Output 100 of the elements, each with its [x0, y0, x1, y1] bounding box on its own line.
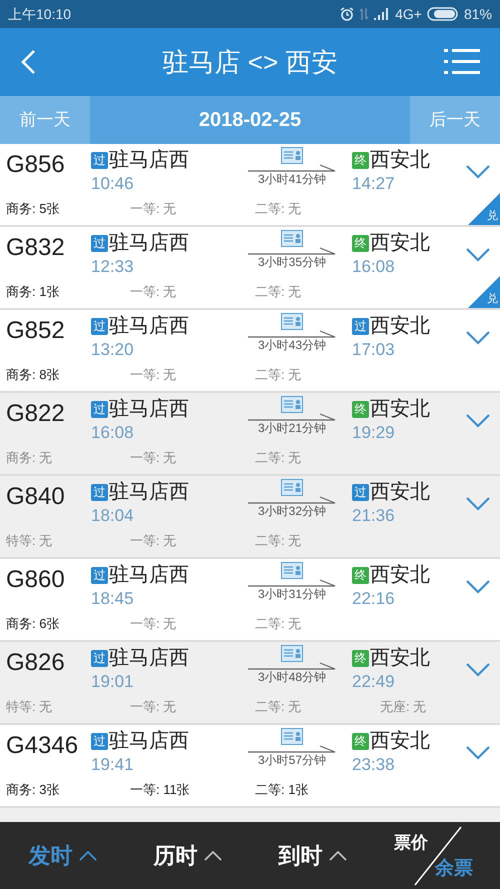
station-name: 驻马店西 [109, 480, 189, 505]
caret-up-icon [328, 850, 346, 860]
station-name: 西安北 [370, 729, 430, 754]
time-label: 13:20 [91, 339, 135, 361]
time-label: 21:36 [352, 505, 396, 527]
data-arrows-icon [359, 7, 370, 21]
station-badge: 过 [91, 484, 108, 500]
id-card-icon [281, 479, 303, 496]
seat-availability: 商务: 6张 [6, 615, 60, 633]
sort-tab[interactable]: 到时 [250, 822, 375, 889]
station-badge: 终 [352, 234, 369, 252]
remaining-tickets-label: 余票 [435, 857, 473, 881]
train-number: G822 [6, 400, 65, 427]
train-number: G840 [6, 483, 65, 510]
seat-availability: 二等: 无 [255, 283, 302, 301]
network-type: 4G+ [395, 4, 422, 24]
chevron-down-icon[interactable] [466, 331, 490, 345]
station-badge: 过 [91, 400, 108, 418]
chevron-down-icon[interactable] [466, 580, 490, 594]
station-name: 西安北 [370, 480, 430, 505]
station-name: 驻马店西 [109, 563, 189, 588]
time-label: 16:08 [352, 256, 396, 278]
station-name: 西安北 [370, 148, 430, 173]
station-badge: 终 [352, 566, 369, 584]
time-label: 16:08 [91, 422, 135, 444]
station-name: 西安北 [370, 646, 430, 671]
clock-time: 上午10:10 [8, 4, 72, 24]
seat-availability: 二等: 无 [255, 200, 302, 218]
station-badge: 过 [352, 318, 369, 334]
station-badge: 过 [91, 152, 108, 168]
train-row[interactable]: G856 过 驻马店西 10:46 3小时41分钟 终 西安北 14:27 商务: 5张 一等: 无 二等: 无 兑 [0, 144, 500, 227]
id-card-icon [281, 645, 303, 662]
chevron-down-icon[interactable] [466, 497, 490, 511]
id-card-icon [281, 147, 303, 164]
train-number: G4346 [6, 732, 78, 759]
seat-availability: 一等: 无 [130, 449, 178, 467]
seat-availability: 商务: 8张 [6, 366, 60, 384]
time-label: 19:01 [91, 671, 135, 693]
chevron-down-icon[interactable] [466, 746, 490, 760]
station-badge: 终 [352, 400, 369, 418]
station-name: 驻马店西 [109, 231, 189, 256]
time-label: 19:41 [91, 754, 135, 776]
id-card-icon [281, 313, 303, 330]
seat-availability: 一等: 无 [130, 200, 178, 218]
time-label: 14:27 [352, 173, 396, 195]
train-number: G856 [6, 151, 65, 178]
seat-availability: 商务: 无 [6, 449, 54, 467]
seat-availability: 一等: 无 [130, 532, 178, 550]
time-label: 10:46 [91, 173, 135, 195]
time-label: 22:49 [352, 671, 396, 693]
train-number: G832 [6, 234, 65, 261]
seat-availability: 一等: 无 [130, 698, 178, 716]
menu-icon[interactable] [444, 48, 480, 76]
chevron-down-icon[interactable] [466, 248, 490, 262]
alarm-icon [340, 7, 354, 21]
train-row[interactable]: G852 过 驻马店西 13:20 3小时43分钟 过 西安北 17:03 商务: 8张 一等: 无 二等: 无 [0, 310, 500, 393]
seat-availability: 一等: 无 [130, 366, 178, 384]
sort-tab[interactable]: 历时 [125, 822, 250, 889]
time-label: 12:33 [91, 256, 135, 278]
seat-availability: 二等: 无 [255, 366, 302, 384]
caret-up-icon [78, 850, 96, 860]
duration-label: 3小时48分钟 [258, 670, 326, 684]
id-card-icon [281, 396, 303, 413]
chevron-down-icon[interactable] [466, 165, 490, 179]
train-row[interactable]: G840 过 驻马店西 18:04 3小时32分钟 过 西安北 21:36 特等: 无 一等: 无 二等: 无 [0, 476, 500, 559]
train-row[interactable]: G826 过 驻马店西 19:01 3小时48分钟 终 西安北 22:49 特等: 无 一等: 无 二等: 无 无座: 无 [0, 642, 500, 725]
chevron-down-icon[interactable] [466, 414, 490, 428]
time-label: 19:29 [352, 422, 396, 444]
signal-icon [374, 8, 390, 20]
station-name: 驻马店西 [109, 314, 189, 339]
battery-percent: 81% [464, 4, 492, 24]
price-sort-tab[interactable]: 票价 余票 [375, 822, 500, 889]
station-name: 驻马店西 [109, 397, 189, 422]
exchange-tag: 兑 [468, 193, 500, 225]
time-label: 17:03 [352, 339, 396, 361]
duration-label: 3小时41分钟 [258, 172, 326, 186]
station-badge: 过 [91, 650, 108, 666]
date-label: 2018-02-25 [198, 108, 302, 133]
train-row[interactable]: G4346 过 驻马店西 19:41 3小时57分钟 终 西安北 23:38 商务: 3张 一等: 11张 二等: 1张 [0, 725, 500, 808]
train-row[interactable]: G822 过 驻马店西 16:08 3小时21分钟 终 西安北 19:29 商务: 无 一等: 无 二等: 无 [0, 393, 500, 476]
duration-label: 3小时32分钟 [258, 504, 326, 518]
station-badge: 过 [91, 234, 108, 252]
station-name: 驻马店西 [109, 148, 189, 173]
seat-availability: 特等: 无 [6, 532, 54, 550]
duration-label: 3小时35分钟 [258, 255, 326, 269]
station-name: 西安北 [370, 397, 430, 422]
back-icon[interactable] [20, 49, 36, 75]
station-badge: 过 [91, 566, 108, 584]
chevron-down-icon[interactable] [466, 663, 490, 677]
train-row[interactable]: G832 过 驻马店西 12:33 3小时35分钟 终 西安北 16:08 商务: 1张 一等: 无 二等: 无 兑 [0, 227, 500, 310]
time-label: 23:38 [352, 754, 396, 776]
seat-availability: 二等: 无 [255, 532, 302, 550]
id-card-icon [281, 230, 303, 247]
caret-up-icon [204, 850, 222, 860]
route-title: 驻马店 <> 西安 [162, 46, 338, 78]
seat-availability: 二等: 无 [255, 449, 302, 467]
train-row[interactable]: G860 过 驻马店西 18:45 3小时31分钟 终 西安北 22:16 商务: 6张 一等: 无 二等: 无 [0, 559, 500, 642]
train-number: G852 [6, 317, 65, 344]
sort-tab[interactable]: 发时 [0, 822, 125, 889]
id-card-icon [281, 562, 303, 579]
